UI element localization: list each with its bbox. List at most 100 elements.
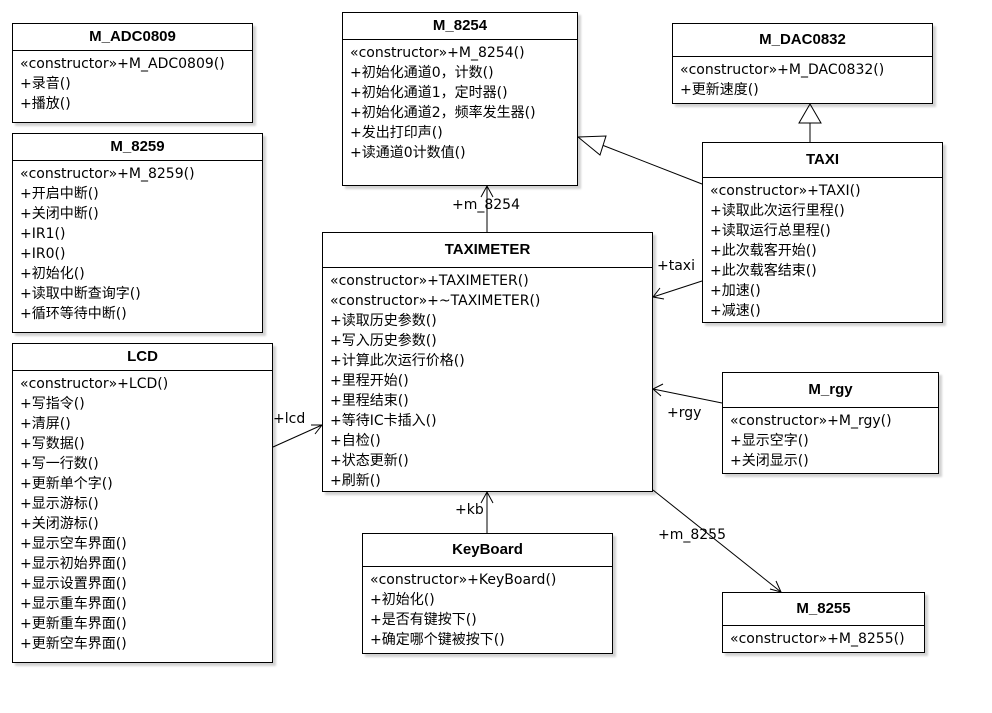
- operation: +显示空车界面(): [20, 536, 127, 552]
- operation: +清屏(): [20, 416, 71, 432]
- class-name: M_DAC0832: [673, 24, 932, 57]
- operation: +确定哪个键被按下(): [370, 632, 505, 648]
- operation: +刷新(): [330, 473, 381, 489]
- operation: «constructor»+TAXIMETER(): [330, 273, 529, 289]
- operation: +是否有键按下(): [370, 612, 477, 628]
- operation: «constructor»+KeyBoard(): [370, 572, 557, 588]
- operation: +更新空车界面(): [20, 636, 127, 652]
- operation: +写指令(): [20, 396, 85, 412]
- generalization-taxi-dac-arrowhead: [798, 103, 822, 124]
- operations-list: «constructor»+KeyBoard() +初始化() +是否有键按下(…: [363, 567, 612, 650]
- operation: +发出打印声(): [350, 125, 443, 141]
- class-name: KeyBoard: [363, 534, 612, 567]
- operation: +显示重车界面(): [20, 596, 127, 612]
- class-m-rgy[interactable]: M_rgy «constructor»+M_rgy() +显示空字() +关闭显…: [722, 372, 939, 474]
- operation: +开启中断(): [20, 186, 99, 202]
- label-kb: +kb: [455, 502, 484, 518]
- operation: «constructor»+TAXI(): [710, 183, 861, 199]
- operation: +IR0(): [20, 246, 66, 262]
- operation: +更新重车界面(): [20, 616, 127, 632]
- generalization-taxi-m8254-line: [601, 144, 703, 185]
- class-name: TAXI: [703, 143, 942, 178]
- operations-list: «constructor»+M_ADC0809() +录音() +播放(): [13, 51, 252, 114]
- operation: +读取中断查询字(): [20, 286, 141, 302]
- operation: +播放(): [20, 96, 71, 112]
- operations-list: «constructor»+TAXI() +读取此次运行里程() +读取运行总里…: [703, 178, 942, 321]
- operation: +显示空字(): [730, 433, 809, 449]
- operation: +初始化通道0，计数(): [350, 65, 494, 81]
- operation: +计算此次运行价格(): [330, 353, 465, 369]
- class-m-8254[interactable]: M_8254 «constructor»+M_8254() +初始化通道0，计数…: [342, 12, 578, 186]
- operation: +自检(): [330, 433, 381, 449]
- class-m-8255[interactable]: M_8255 «constructor»+M_8255(): [722, 592, 925, 653]
- operation: +录音(): [20, 76, 71, 92]
- class-name: LCD: [13, 344, 272, 371]
- operation: «constructor»+M_8254(): [350, 45, 525, 61]
- label-rgy: +rgy: [667, 405, 702, 421]
- operation: «constructor»+M_rgy(): [730, 413, 892, 429]
- class-m-adc0809[interactable]: M_ADC0809 «constructor»+M_ADC0809() +录音(…: [12, 23, 253, 123]
- operation: +减速(): [710, 303, 761, 319]
- operation: +读取此次运行里程(): [710, 203, 845, 219]
- class-m-8259[interactable]: M_8259 «constructor»+M_8259() +开启中断() +关…: [12, 133, 263, 333]
- label-lcd: +lcd: [273, 411, 306, 427]
- operations-list: «constructor»+TAXIMETER() «constructor»+…: [323, 268, 652, 491]
- class-taximeter[interactable]: TAXIMETER «constructor»+TAXIMETER() «con…: [322, 232, 653, 492]
- class-name: M_ADC0809: [13, 24, 252, 51]
- assoc-rgy-line: [652, 388, 723, 404]
- operation: +读取运行总里程(): [710, 223, 831, 239]
- operations-list: «constructor»+M_DAC0832() +更新速度(): [673, 57, 932, 100]
- assoc-taxi-line: [652, 280, 703, 298]
- operation: +IR1(): [20, 226, 66, 242]
- operation: «constructor»+LCD(): [20, 376, 169, 392]
- operation: +此次载客开始(): [710, 243, 817, 259]
- operations-list: «constructor»+M_8259() +开启中断() +关闭中断() +…: [13, 161, 262, 324]
- operations-list: «constructor»+M_8255(): [723, 626, 924, 649]
- operation: +循环等待中断(): [20, 306, 127, 322]
- operations-list: «constructor»+M_8254() +初始化通道0，计数() +初始化…: [343, 40, 577, 163]
- class-name: M_8254: [343, 13, 577, 40]
- operation: +显示初始界面(): [20, 556, 127, 572]
- operation: +里程开始(): [330, 373, 409, 389]
- operation: +初始化(): [20, 266, 85, 282]
- class-name: TAXIMETER: [323, 233, 652, 268]
- operation: +更新单个字(): [20, 476, 113, 492]
- operations-list: «constructor»+M_rgy() +显示空字() +关闭显示(): [723, 408, 938, 471]
- operation: +写入历史参数(): [330, 333, 437, 349]
- operation: +关闭游标(): [20, 516, 99, 532]
- operation: «constructor»+M_8255(): [730, 631, 905, 647]
- operation: +初始化通道2，频率发生器(): [350, 105, 536, 121]
- operation: +更新速度(): [680, 82, 759, 98]
- operation: «constructor»+M_ADC0809(): [20, 56, 225, 72]
- operation: +等待IC卡插入(): [330, 413, 437, 429]
- operations-list: «constructor»+LCD() +写指令() +清屏() +写数据() …: [13, 371, 272, 654]
- operation: +显示游标(): [20, 496, 99, 512]
- operation: «constructor»+~TAXIMETER(): [330, 293, 541, 309]
- operation: +此次载客结束(): [710, 263, 817, 279]
- operation: +写一行数(): [20, 456, 99, 472]
- assoc-lcd-line: [272, 424, 323, 448]
- operation: +读取历史参数(): [330, 313, 437, 329]
- class-name: M_rgy: [723, 373, 938, 408]
- class-taxi[interactable]: TAXI «constructor»+TAXI() +读取此次运行里程() +读…: [702, 142, 943, 323]
- operation: +状态更新(): [330, 453, 409, 469]
- operation: +读通道0计数值(): [350, 145, 466, 161]
- operation: «constructor»+M_DAC0832(): [680, 62, 885, 78]
- operation: +初始化(): [370, 592, 435, 608]
- label-taxi: +taxi: [657, 258, 695, 274]
- class-name: M_8259: [13, 134, 262, 161]
- operation: +关闭中断(): [20, 206, 99, 222]
- class-m-dac0832[interactable]: M_DAC0832 «constructor»+M_DAC0832() +更新速…: [672, 23, 933, 104]
- generalization-taxi-m8254-arrowhead: [576, 135, 607, 156]
- operation: +里程结束(): [330, 393, 409, 409]
- class-name: M_8255: [723, 593, 924, 626]
- operation: +加速(): [710, 283, 761, 299]
- operation: +写数据(): [20, 436, 85, 452]
- label-m-8254: +m_8254: [452, 197, 520, 213]
- class-lcd[interactable]: LCD «constructor»+LCD() +写指令() +清屏() +写数…: [12, 343, 273, 663]
- operation: +关闭显示(): [730, 453, 809, 469]
- operation: +显示设置界面(): [20, 576, 127, 592]
- class-keyboard[interactable]: KeyBoard «constructor»+KeyBoard() +初始化()…: [362, 533, 613, 654]
- operation: «constructor»+M_8259(): [20, 166, 195, 182]
- operation: +初始化通道1，定时器(): [350, 85, 508, 101]
